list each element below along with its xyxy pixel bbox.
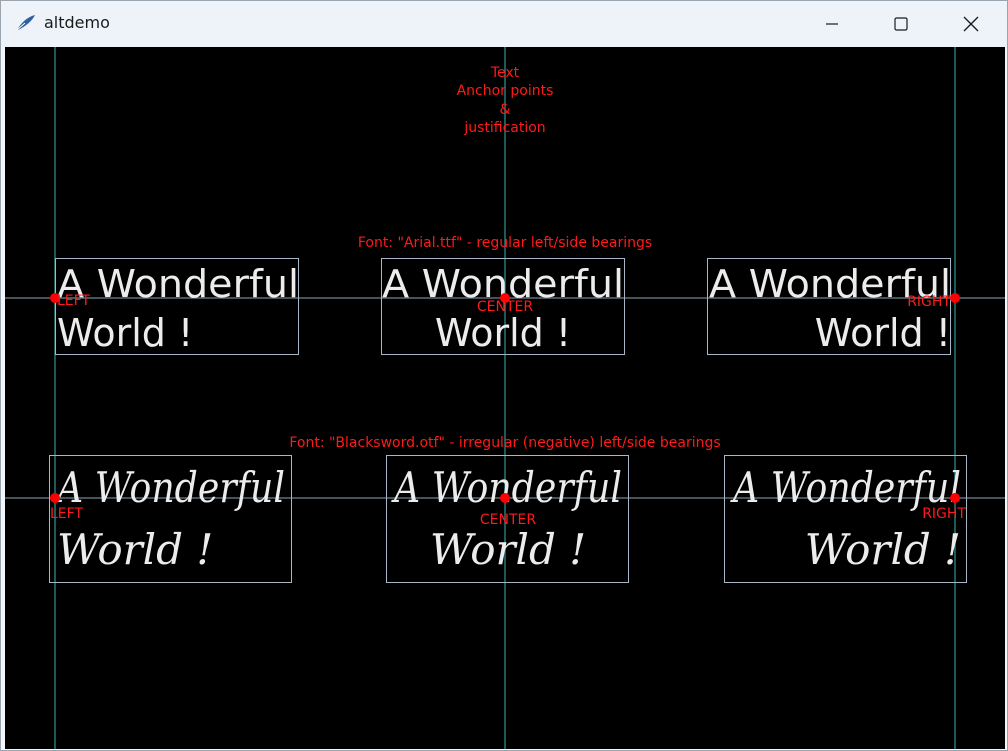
window-title: altdemo [44,13,110,32]
minimize-icon [826,23,838,25]
blacksword-center-line2: World ! [430,525,586,574]
arial-center-anchor-label: CENTER [477,299,533,315]
arial-caption: Font: "Arial.ttf" - regular left/side be… [358,235,652,251]
heading-line-1: Text [490,65,520,81]
arial-left-line2: World ! [57,311,193,355]
arial-right-line2: World ! [815,311,951,355]
arial-left-anchor-label: LEFT [57,293,90,309]
maximize-icon [894,17,908,31]
blacksword-caption: Font: "Blacksword.otf" - irregular (nega… [289,435,720,451]
arial-right-anchor-label: RIGHT [907,294,951,310]
blacksword-left-line2: World ! [57,525,213,574]
blacksword-right-line1: A Wonderful [730,463,961,512]
blacksword-center-line1: A Wonderful [391,463,622,512]
canvas-svg: Text Anchor points & justification Font:… [5,47,1005,749]
arial-right-anchor-dot [950,293,960,303]
close-icon [963,16,979,32]
blacksword-left-anchor-label: LEFT [50,506,83,522]
feather-icon [15,13,37,33]
drawing-canvas[interactable]: Text Anchor points & justification Font:… [5,47,1005,749]
title-bar[interactable]: altdemo [1,1,1007,47]
app-window: altdemo Text Anchor points & justificati… [0,0,1008,751]
heading-line-3: & [500,102,511,118]
maximize-button[interactable] [878,1,924,47]
blacksword-left-anchor-dot [50,493,60,503]
minimize-button[interactable] [809,1,855,47]
blacksword-right-line2: World ! [805,525,961,574]
close-button[interactable] [948,1,994,47]
heading-line-4: justification [463,120,545,136]
arial-center-line2: World ! [435,311,571,355]
blacksword-center-anchor-dot [500,493,510,503]
blacksword-left-line1: A Wonderful [54,463,285,512]
blacksword-right-anchor-dot [950,493,960,503]
blacksword-right-anchor-label: RIGHT [922,506,966,522]
arial-left-line1: A Wonderful [57,262,299,306]
heading-line-2: Anchor points [457,83,554,99]
blacksword-center-anchor-label: CENTER [480,512,536,528]
